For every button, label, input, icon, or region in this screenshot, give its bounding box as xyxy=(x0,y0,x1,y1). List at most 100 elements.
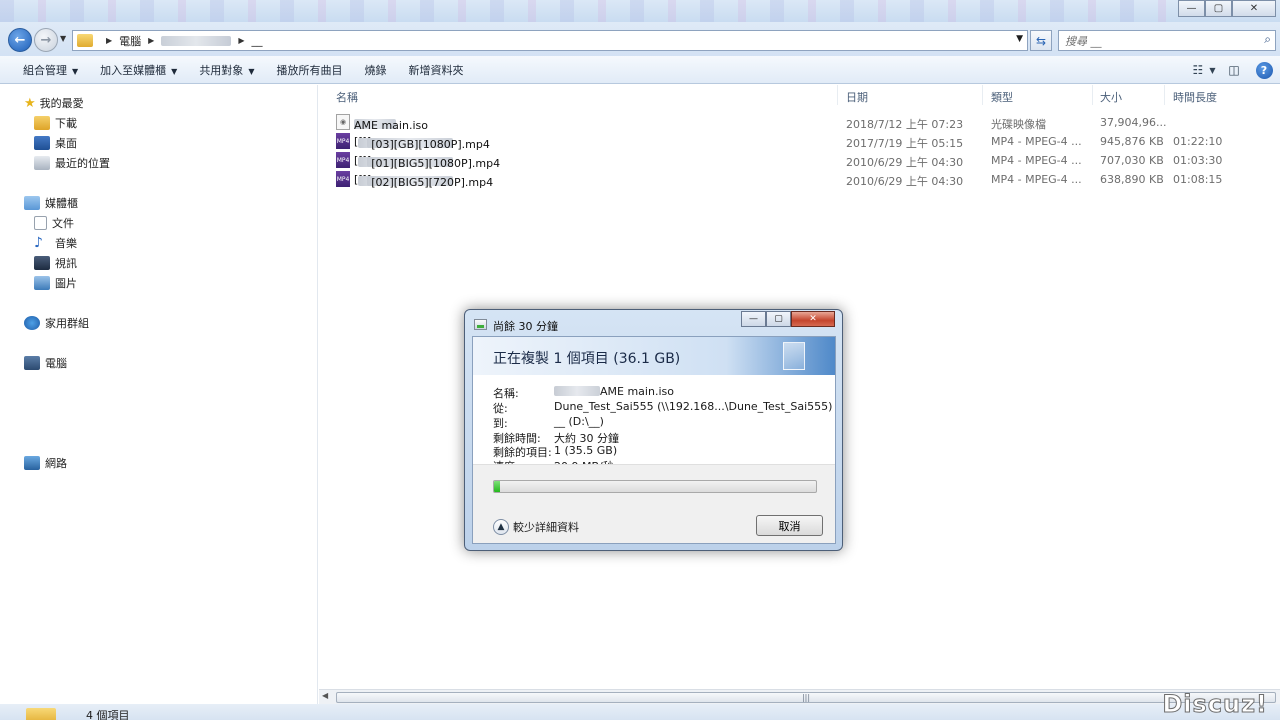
nav-pictures[interactable]: 圖片 xyxy=(34,275,77,291)
nav-favorites-label: 我的最愛 xyxy=(39,97,84,110)
file-type: 光碟映像檔 xyxy=(991,118,1046,131)
mp4-video-icon: MP4 xyxy=(336,133,350,149)
play-all-button[interactable]: 播放所有曲目 xyxy=(265,62,353,78)
name-value-text: AME main.iso xyxy=(600,385,674,398)
nav-homegroup[interactable]: 家用群組 xyxy=(24,315,89,331)
burn-button[interactable]: 燒錄 xyxy=(353,62,397,78)
dialog-close-button[interactable]: ✕ xyxy=(791,311,835,327)
chevron-right-icon[interactable]: ▶ xyxy=(106,36,112,45)
chevron-right-icon[interactable]: ▶ xyxy=(148,36,154,45)
file-row[interactable]: ◉ AME main.iso 2018/7/12 上午 07:23 光碟映像檔 … xyxy=(319,113,1280,132)
new-folder-button[interactable]: 新增資料夾 xyxy=(397,62,474,78)
forward-button[interactable]: → xyxy=(34,28,58,52)
chevron-up-icon: ▲ xyxy=(493,519,509,535)
details-view-icon: ☷ xyxy=(1192,63,1204,77)
file-size: 37,904,96... xyxy=(1100,116,1167,129)
nav-downloads[interactable]: 下載 xyxy=(34,115,77,131)
scrollbar-thumb[interactable]: ||| xyxy=(336,692,1276,703)
nav-videos[interactable]: 視訊 xyxy=(34,255,77,271)
file-name-text: [01][BIG5][1080P].mp4 xyxy=(371,157,501,170)
address-bar[interactable]: ▶ 電腦 ▶ ▶ __ ▼ xyxy=(72,30,1028,51)
cancel-button[interactable]: 取消 xyxy=(756,515,823,536)
column-header-name[interactable]: 名稱 xyxy=(336,89,358,105)
nav-network-label: 網路 xyxy=(45,457,67,470)
minimize-button[interactable]: — xyxy=(1178,0,1205,17)
title-bar: — ▢ ✕ xyxy=(0,0,1280,22)
dialog-minimize-button[interactable]: — xyxy=(741,311,766,327)
fewer-details-toggle[interactable]: ▲ 較少詳細資料 xyxy=(493,519,579,535)
column-header-length[interactable]: 時間長度 xyxy=(1173,89,1217,105)
column-divider[interactable] xyxy=(982,85,983,105)
nav-network[interactable]: 網路 xyxy=(24,455,67,471)
back-button[interactable]: ← xyxy=(8,28,32,52)
file-date: 2017/7/19 上午 05:15 xyxy=(846,137,964,150)
nav-videos-label: 視訊 xyxy=(55,257,77,270)
nav-desktop[interactable]: 桌面 xyxy=(34,135,77,151)
breadcrumb-current[interactable]: __ xyxy=(251,34,262,47)
help-icon: ? xyxy=(1255,61,1273,79)
column-divider[interactable] xyxy=(837,85,838,105)
documents-icon xyxy=(34,216,47,230)
dialog-maximize-button[interactable]: ▢ xyxy=(766,311,791,327)
nav-libraries[interactable]: 媒體櫃 xyxy=(24,195,78,211)
close-button[interactable]: ✕ xyxy=(1232,0,1276,17)
mp4-video-icon: MP4 xyxy=(336,171,350,187)
nav-computer[interactable]: 電腦 xyxy=(24,355,67,371)
view-options-button[interactable]: ☷ ▼ xyxy=(1192,60,1216,80)
column-divider[interactable] xyxy=(1164,85,1165,105)
file-name: [][][02][BIG5][720P].mp4 xyxy=(354,173,494,189)
dialog-header: 正在複製 1 個項目 (36.1 GB) xyxy=(473,337,835,375)
chevron-right-icon[interactable]: ▶ xyxy=(238,36,244,45)
column-header-size[interactable]: 大小 xyxy=(1100,89,1122,105)
organize-label: 組合管理 xyxy=(23,63,67,77)
from-value[interactable]: Dune_Test_Sai555 (\\192.168...\Dune_Test… xyxy=(554,400,832,413)
column-divider[interactable] xyxy=(1092,85,1093,105)
maximize-button[interactable]: ▢ xyxy=(1205,0,1232,17)
star-icon: ★ xyxy=(24,95,36,111)
file-date: 2018/7/12 上午 07:23 xyxy=(846,118,964,131)
share-with-menu[interactable]: 共用對象 ▼ xyxy=(188,62,265,78)
file-row[interactable]: MP4 [][][01][BIG5][1080P].mp4 2010/6/29 … xyxy=(319,151,1280,170)
nav-documents[interactable]: 文件 xyxy=(34,215,74,231)
nav-favorites[interactable]: ★ 我的最愛 xyxy=(24,95,84,111)
organize-menu[interactable]: 組合管理 ▼ xyxy=(12,62,89,78)
file-size: 638,890 KB xyxy=(1100,173,1164,186)
file-row[interactable]: MP4 [][][03][GB][1080P].mp4 2017/7/19 上午… xyxy=(319,132,1280,151)
add-to-library-menu[interactable]: 加入至媒體櫃 ▼ xyxy=(89,62,188,78)
file-name-text: [03][GB][1080P].mp4 xyxy=(371,138,490,151)
preview-pane-button[interactable]: ◫ xyxy=(1224,60,1244,80)
recent-pages-dropdown[interactable]: ▼ xyxy=(60,34,66,43)
breadcrumb-computer[interactable]: 電腦 xyxy=(119,33,141,49)
help-button[interactable]: ? xyxy=(1254,60,1274,80)
window-controls: — ▢ ✕ xyxy=(1178,0,1276,17)
scroll-left-icon[interactable]: ◀ xyxy=(322,691,328,700)
chevron-down-icon: ▼ xyxy=(72,66,79,76)
file-name: [][][03][GB][1080P].mp4 xyxy=(354,135,490,151)
nav-pictures-label: 圖片 xyxy=(55,277,77,290)
file-name: [][][01][BIG5][1080P].mp4 xyxy=(354,154,501,170)
horizontal-scrollbar[interactable]: ◀ ||| xyxy=(319,689,1280,704)
file-name-text: [02][BIG5][720P].mp4 xyxy=(371,176,494,189)
copy-progress-dialog: 尚餘 30 分鐘 — ▢ ✕ 正在複製 1 個項目 (36.1 GB) 名稱: … xyxy=(464,309,843,551)
address-dropdown-icon[interactable]: ▼ xyxy=(1016,34,1023,44)
nav-desktop-label: 桌面 xyxy=(55,137,77,150)
dialog-window-controls: — ▢ ✕ xyxy=(741,311,835,327)
watermark: Discuz! xyxy=(1162,690,1268,719)
nav-music-label: 音樂 xyxy=(55,237,77,250)
refresh-button[interactable]: ⇆ xyxy=(1030,30,1052,51)
copy-progress-bar xyxy=(493,480,817,493)
nav-music[interactable]: ♪ 音樂 xyxy=(34,235,77,251)
column-header-type[interactable]: 類型 xyxy=(991,89,1013,105)
redacted-text xyxy=(554,386,600,396)
videos-icon xyxy=(34,256,50,270)
column-header-date[interactable]: 日期 xyxy=(846,89,868,105)
to-value[interactable]: __ (D:\__) xyxy=(554,415,604,428)
search-placeholder: 搜尋 __ xyxy=(1065,34,1102,48)
network-icon xyxy=(24,456,40,470)
search-input[interactable]: 搜尋 __ ⌕ xyxy=(1058,30,1276,51)
file-row[interactable]: MP4 [][][02][BIG5][720P].mp4 2010/6/29 上… xyxy=(319,170,1280,189)
disc-image-icon: ◉ xyxy=(336,114,350,130)
grip-icon: ||| xyxy=(801,693,811,702)
nav-recent[interactable]: 最近的位置 xyxy=(34,155,110,171)
breadcrumb-blurred[interactable] xyxy=(161,35,232,46)
